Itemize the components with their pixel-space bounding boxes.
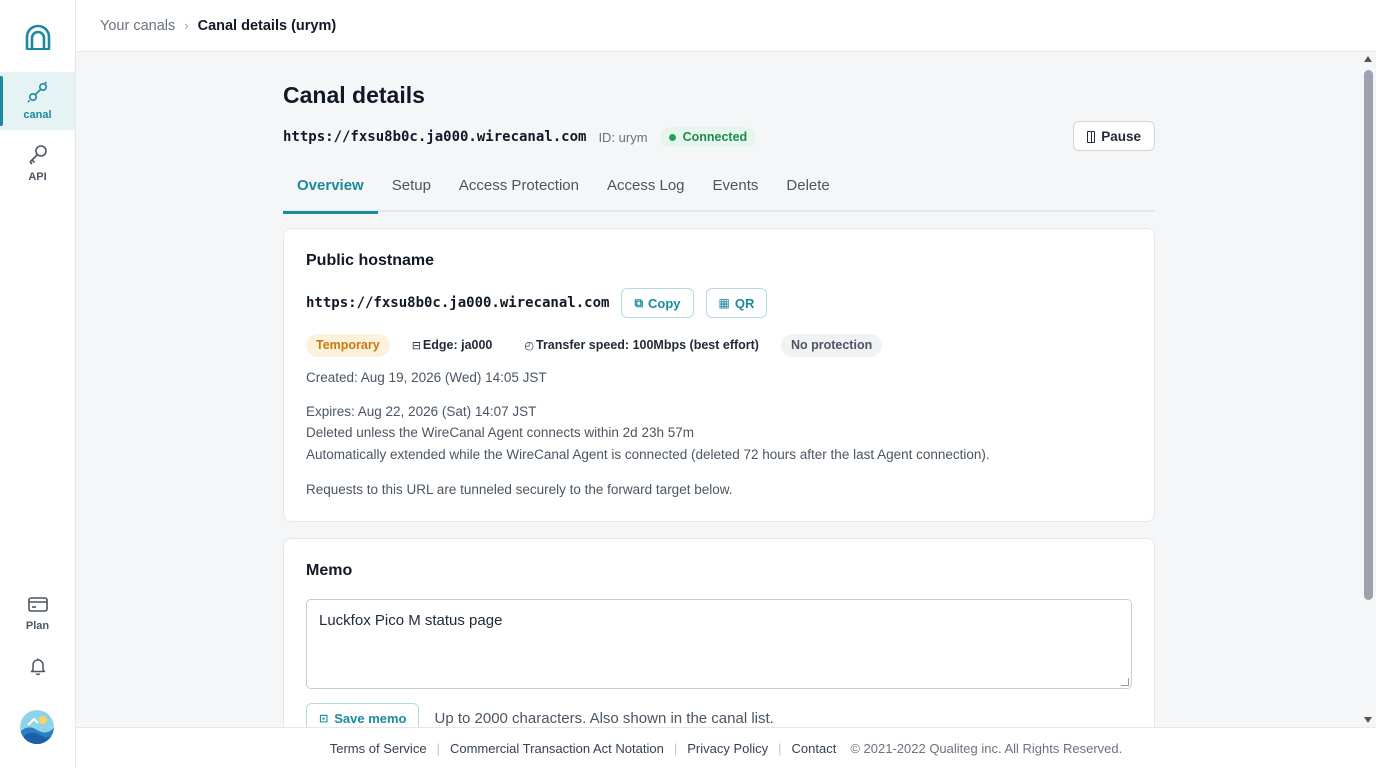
status-badge: Connected	[659, 127, 757, 147]
hostname-row: https://fxsu8b0c.ja000.wirecanal.com ⧉ C…	[306, 287, 779, 319]
public-hostname-card: Public hostname https://fxsu8b0c.ja000.w…	[283, 228, 1155, 522]
save-memo-button[interactable]: ⊡ Save memo	[306, 703, 420, 727]
bell-icon[interactable]	[28, 656, 48, 681]
copy-icon: ⧉	[634, 295, 644, 310]
card-icon	[27, 594, 49, 620]
footer: Terms of Service | Commercial Transactio…	[76, 727, 1376, 768]
sidebar-item-label: canal	[23, 109, 52, 121]
memo-card: Memo Luckfox Pico M status page ⊡ Save m…	[283, 538, 1155, 727]
copy-button-label: Copy	[648, 295, 681, 311]
footer-divider: |	[436, 740, 440, 756]
footer-privacy-link[interactable]: Privacy Policy	[687, 741, 768, 756]
resize-handle-icon[interactable]	[1121, 678, 1129, 686]
breadcrumb-your-canals-link[interactable]: Your canals	[100, 18, 175, 34]
arch-logo-icon[interactable]	[24, 24, 52, 52]
canal-id: ID: urym	[598, 129, 648, 145]
edge-badge: ⊟ Edge: ja000	[402, 334, 503, 357]
canal-url: https://fxsu8b0c.ja000.wirecanal.com	[283, 129, 587, 145]
scroll-up-arrow-icon[interactable]	[1364, 56, 1372, 62]
created-text: Created: Aug 19, 2026 (Wed) 14:05 JST	[306, 370, 547, 385]
sidebar-item-label: Plan	[25, 620, 50, 632]
public-hostname-url: https://fxsu8b0c.ja000.wirecanal.com	[306, 295, 610, 311]
sidebar-item-api[interactable]: API	[0, 134, 75, 192]
status-label: Connected	[682, 130, 748, 144]
key-icon	[27, 143, 49, 171]
memo-hint: Up to 2000 characters. Also shown in the…	[434, 709, 774, 727]
pause-button-label: Pause	[1101, 128, 1141, 144]
footer-contact-link[interactable]: Contact	[792, 741, 837, 756]
tab-delete[interactable]: Delete	[772, 164, 843, 212]
tunnel-note: Requests to this URL are tunneled secure…	[306, 482, 733, 497]
protection-badge: No protection	[780, 333, 883, 357]
canal-summary-row: https://fxsu8b0c.ja000.wirecanal.com ID:…	[283, 125, 757, 149]
edge-label: Edge: ja000	[422, 338, 493, 352]
footer-divider: |	[673, 740, 678, 756]
public-hostname-title: Public hostname	[306, 252, 435, 269]
footer-divider: |	[778, 740, 782, 756]
deletion-notice: Deleted unless the WireCanal Agent conne…	[306, 425, 694, 440]
main-content: Canal details https://fxsu8b0c.ja000.wir…	[76, 52, 1361, 727]
page-title: Canal details	[283, 82, 425, 108]
temporary-badge: Temporary	[306, 333, 390, 357]
save-icon: ⊡	[319, 712, 329, 725]
memo-actions: ⊡ Save memo Up to 2000 characters. Also …	[306, 703, 774, 727]
server-icon: ⊟	[411, 339, 421, 352]
tab-events[interactable]: Events	[699, 164, 773, 212]
extension-notice: Automatically extended while the WireCan…	[306, 447, 990, 462]
qr-code-icon: ▦	[718, 296, 730, 310]
scroll-thumb[interactable]	[1364, 70, 1373, 600]
tab-overview[interactable]: Overview	[283, 164, 378, 214]
memo-title: Memo	[306, 562, 353, 579]
status-dot-icon	[668, 133, 676, 141]
sidebar-item-label: API	[28, 171, 47, 183]
breadcrumb: Your canals › Canal details (urym)	[76, 0, 1376, 52]
canal-attributes: Temporary ⊟ Edge: ja000 ◴ Transfer speed…	[306, 333, 894, 357]
breadcrumb-current: Canal details (urym)	[197, 17, 337, 34]
expires-text: Expires: Aug 22, 2026 (Sat) 14:07 JST	[306, 404, 537, 419]
memo-textarea[interactable]: Luckfox Pico M status page	[306, 599, 1132, 689]
footer-terms-link[interactable]: Terms of Service	[330, 741, 427, 756]
scroll-down-arrow-icon[interactable]	[1364, 717, 1372, 723]
qr-button[interactable]: ▦ QR	[705, 288, 768, 318]
tab-bar: Overview Setup Access Protection Access …	[283, 164, 1155, 214]
user-avatar-icon[interactable]	[20, 710, 54, 744]
pause-icon	[1087, 131, 1096, 143]
copy-button[interactable]: ⧉ Copy	[621, 288, 694, 318]
footer-commercial-act-link[interactable]: Commercial Transaction Act Notation	[450, 741, 664, 756]
tab-setup[interactable]: Setup	[378, 164, 445, 212]
sidebar-item-plan[interactable]: Plan	[0, 584, 75, 642]
tab-access-log[interactable]: Access Log	[593, 164, 699, 212]
save-memo-label: Save memo	[334, 710, 407, 726]
tab-access-protection[interactable]: Access Protection	[445, 164, 593, 212]
speed-label: Transfer speed: 100Mbps (best effort)	[536, 338, 759, 352]
footer-copyright: © 2021-2022 Qualiteg inc. All Rights Res…	[850, 740, 1123, 756]
memo-text: Luckfox Pico M status page	[319, 612, 503, 629]
pause-button[interactable]: Pause	[1073, 121, 1155, 151]
speedometer-icon: ◴	[524, 339, 534, 352]
qr-button-label: QR	[734, 295, 755, 311]
chevron-right-icon: ›	[184, 18, 189, 33]
plug-link-icon	[26, 81, 49, 109]
vertical-scrollbar[interactable]	[1361, 52, 1376, 727]
sidebar: canal API Plan	[0, 0, 76, 768]
speed-badge: ◴ Transfer speed: 100Mbps (best effort)	[514, 334, 769, 357]
sidebar-item-canal[interactable]: canal	[0, 72, 75, 130]
